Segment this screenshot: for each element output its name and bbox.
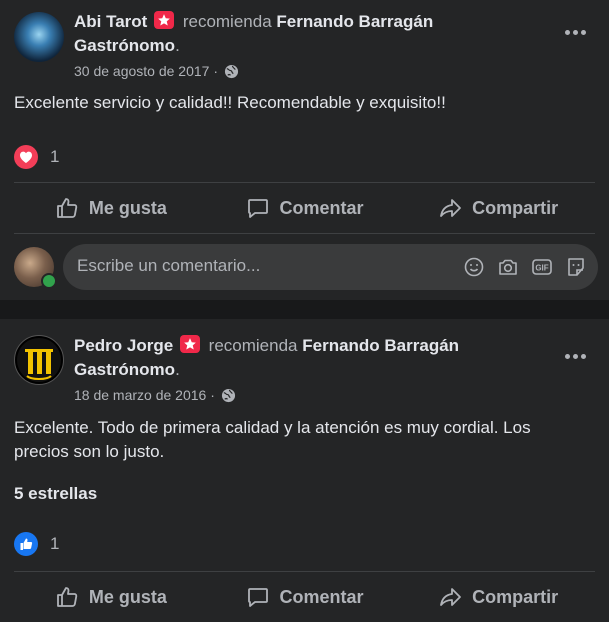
divider (14, 571, 595, 572)
svg-text:GIF: GIF (535, 264, 548, 273)
reaction-summary[interactable]: 1 (14, 145, 59, 169)
reaction-count: 1 (50, 147, 60, 166)
globe-icon (221, 388, 235, 403)
rating-text: 5 estrellas (14, 484, 98, 503)
author-avatar[interactable] (14, 335, 64, 385)
action-bar: Me gusta Comentar Compartir (14, 575, 595, 619)
post-card: Pedro Jorge recomienda Fernando Barragán… (0, 319, 609, 622)
gif-icon[interactable]: GIF (530, 255, 554, 279)
share-label: Compartir (472, 586, 559, 607)
comment-button[interactable]: Comentar (208, 186, 402, 230)
author-name[interactable]: Abi Tarot (74, 12, 147, 31)
post-header-line2: Gastrónomo. (74, 358, 180, 381)
camera-icon[interactable] (496, 255, 520, 279)
reaction-summary[interactable]: 1 (14, 532, 59, 556)
page-suffix: . (175, 36, 180, 55)
author-name[interactable]: Pedro Jorge (74, 336, 173, 355)
comment-composer: Escribe un comentario... GIF (14, 244, 598, 290)
post-date[interactable]: 18 de marzo de 2016 · (74, 387, 215, 403)
comment-tools: GIF (462, 255, 588, 279)
post-body: Excelente. Todo de primera calidad y la … (14, 418, 531, 461)
share-icon (440, 199, 462, 217)
post-date-row: 18 de marzo de 2016 · (74, 386, 236, 404)
page-name-continued[interactable]: Gastrónomo (74, 36, 175, 55)
like-button[interactable]: Me gusta (14, 186, 208, 230)
share-button[interactable]: Compartir (401, 575, 595, 619)
share-icon (440, 588, 462, 606)
share-button[interactable]: Compartir (401, 186, 595, 230)
more-options-icon[interactable] (565, 30, 587, 36)
post-header: Abi Tarot recomienda Fernando Barragán (74, 10, 433, 33)
post-date-row: 30 de agosto de 2017 · (74, 62, 239, 80)
author-avatar[interactable] (14, 12, 64, 62)
online-status-icon (41, 273, 57, 289)
post-header-line2: Gastrónomo. (74, 34, 180, 57)
thumbs-up-icon (56, 587, 78, 607)
post-card: Abi Tarot recomienda Fernando Barragán G… (0, 0, 609, 300)
club-crest-icon (17, 338, 61, 382)
page-suffix: . (175, 360, 180, 379)
recommend-star-icon (179, 335, 200, 353)
like-reaction-icon (14, 532, 38, 556)
action-bar: Me gusta Comentar Compartir (14, 186, 595, 230)
post-body: Excelente servicio y calidad!! Recomenda… (14, 93, 446, 112)
recommends-text: recomienda (182, 12, 272, 31)
divider (14, 182, 595, 183)
emoji-icon[interactable] (462, 255, 486, 279)
page-name-continued[interactable]: Gastrónomo (74, 360, 175, 379)
globe-icon (224, 64, 238, 79)
reaction-count: 1 (50, 534, 60, 553)
post-date[interactable]: 30 de agosto de 2017 · (74, 63, 218, 79)
love-reaction-icon (14, 145, 38, 169)
sticker-icon[interactable] (564, 255, 588, 279)
comment-placeholder: Escribe un comentario... (77, 256, 261, 275)
thumbs-up-icon (56, 198, 78, 218)
share-label: Compartir (472, 197, 559, 218)
comment-button[interactable]: Comentar (208, 575, 402, 619)
comment-icon (247, 588, 268, 607)
comment-label: Comentar (279, 197, 364, 218)
like-label: Me gusta (88, 586, 167, 607)
recommend-star-icon (154, 11, 175, 29)
comment-icon (247, 199, 268, 218)
post-header: Pedro Jorge recomienda Fernando Barragán (74, 334, 459, 357)
page-name[interactable]: Fernando Barragán (276, 12, 433, 31)
like-button[interactable]: Me gusta (14, 575, 208, 619)
comment-label: Comentar (279, 586, 364, 607)
comment-input[interactable]: Escribe un comentario... GIF (63, 244, 598, 290)
like-label: Me gusta (88, 197, 167, 218)
recommends-text: recomienda (208, 336, 298, 355)
page-name[interactable]: Fernando Barragán (302, 336, 459, 355)
divider (14, 233, 595, 234)
more-options-icon[interactable] (565, 354, 587, 360)
